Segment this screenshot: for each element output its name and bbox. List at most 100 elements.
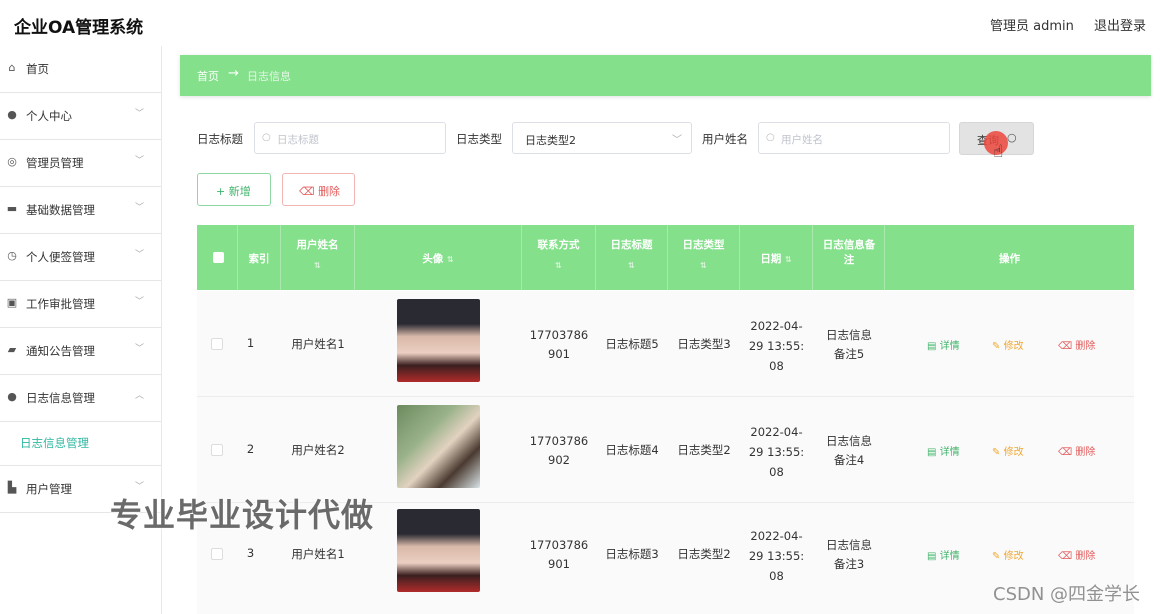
chevron-up-icon: ︿ xyxy=(135,391,145,401)
row-user-name: 用户姓名1 xyxy=(291,337,345,351)
trash-icon: ⌫ xyxy=(1058,551,1073,562)
sidebar-subitem-label: 日志信息管理 xyxy=(20,436,89,450)
table-header: 索引 用户姓名 ⇅ 头像 ⇅ 联系方式 ⇅ 日志标题 ⇅ 日志类型 ⇅ 日期 ⇅… xyxy=(197,225,1134,290)
row-index: 3 xyxy=(246,546,255,560)
admin-icon: ◎ xyxy=(7,155,17,168)
user-avatar xyxy=(397,299,480,382)
database-icon: ▬ xyxy=(6,202,18,215)
header-log-title[interactable]: 日志标题 ⇅ xyxy=(596,225,668,290)
sidebar-item-home[interactable]: ⌂ 首页 xyxy=(0,46,161,93)
row-contact: 17703786 901 xyxy=(529,328,589,361)
chevron-down-icon: ﹀ xyxy=(135,250,145,260)
batch-delete-label: ⌫ 删除 xyxy=(299,183,340,199)
header-date[interactable]: 日期 ⇅ xyxy=(740,225,813,290)
header-label: 操作 xyxy=(999,253,1020,265)
header-avatar[interactable]: 头像 ⇅ xyxy=(355,225,522,290)
header-index[interactable]: 索引 xyxy=(238,225,281,290)
sidebar-item-label: 用户管理 xyxy=(26,482,72,496)
detail-button[interactable]: ▤ 详情 xyxy=(927,443,960,458)
header-contact[interactable]: 联系方式 ⇅ xyxy=(522,225,596,290)
type-select-value: 日志类型2 xyxy=(525,134,576,147)
sidebar-item-label: 首页 xyxy=(26,62,49,76)
header-label: 联系方式 xyxy=(537,239,580,251)
chevron-down-icon: ﹀ xyxy=(672,135,682,146)
chevron-down-icon: ﹀ xyxy=(135,109,145,119)
delete-button[interactable]: ⌫ 删除 xyxy=(1058,547,1095,562)
row-log-note: 日志信息 备注5 xyxy=(826,328,872,361)
row-checkbox[interactable] xyxy=(211,338,223,350)
document-icon: ▤ xyxy=(927,341,937,352)
app-title: 企业OA管理系统 xyxy=(14,18,144,38)
sidebar-subitem-log-info[interactable]: 日志信息管理 xyxy=(0,421,161,466)
user-avatar xyxy=(397,509,480,592)
sidebar-item-label: 管理员管理 xyxy=(26,156,84,170)
header-select-all xyxy=(197,225,238,290)
sidebar-item-basic-data[interactable]: ▬ 基础数据管理 ﹀ xyxy=(0,187,161,234)
select-all-checkbox[interactable] xyxy=(213,252,224,263)
detail-button[interactable]: ▤ 详情 xyxy=(927,547,960,562)
header-label: 日志类型 xyxy=(682,239,725,251)
sort-icon: ⇅ xyxy=(700,261,707,270)
header-user-name[interactable]: 用户姓名 ⇅ xyxy=(281,225,355,290)
user-search-input[interactable]: ○ 用户姓名 xyxy=(758,122,950,154)
document-icon: ▤ xyxy=(927,551,937,562)
sidebar-item-approval[interactable]: ▣ 工作审批管理 ﹀ xyxy=(0,281,161,328)
delete-button[interactable]: ⌫ 删除 xyxy=(1058,337,1095,352)
header-log-note[interactable]: 日志信息备注 xyxy=(813,225,885,290)
row-checkbox[interactable] xyxy=(211,548,223,560)
edit-button[interactable]: ✎ 修改 xyxy=(992,547,1024,562)
sort-icon: ⇅ xyxy=(628,261,635,270)
search-icon: ○ xyxy=(262,132,271,143)
add-button-label: + 新增 xyxy=(216,185,251,198)
breadcrumb-current: 日志信息 xyxy=(247,70,291,83)
sidebar-item-admins[interactable]: ◎ 管理员管理 ﹀ xyxy=(0,140,161,187)
table-row: 2 用户姓名2 17703786 902 日志标题4 日志类型2 2022-04-… xyxy=(197,397,1134,503)
sidebar-item-profile[interactable]: ● 个人中心 ﹀ xyxy=(0,93,161,140)
header-label: 日期 ⇅ xyxy=(760,253,792,265)
add-button[interactable]: + 新增 xyxy=(197,173,271,206)
breadcrumb: 首页 → 日志信息 xyxy=(180,55,1151,96)
top-bar: 企业OA管理系统 管理员 admin 退出登录 xyxy=(0,0,1171,46)
pencil-icon: ✎ xyxy=(992,447,1001,458)
trash-icon: ⌫ xyxy=(299,185,315,198)
user-avatar xyxy=(397,405,480,488)
chevron-down-icon: ﹀ xyxy=(135,156,145,166)
title-search-input[interactable]: ○ 日志标题 xyxy=(254,122,446,154)
sidebar-item-label: 通知公告管理 xyxy=(26,344,95,358)
sort-icon: ⇅ xyxy=(784,255,792,264)
batch-delete-button[interactable]: ⌫ 删除 xyxy=(282,173,355,206)
search-icon: ○ xyxy=(1007,131,1017,144)
header-label: 索引 xyxy=(248,253,270,265)
breadcrumb-home[interactable]: 首页 xyxy=(197,68,219,84)
row-checkbox[interactable] xyxy=(211,444,223,456)
type-select[interactable]: 日志类型2 ﹀ xyxy=(512,122,692,154)
hand-cursor-icon: ☝ xyxy=(993,142,1004,162)
detail-button[interactable]: ▤ 详情 xyxy=(927,337,960,352)
edit-button[interactable]: ✎ 修改 xyxy=(992,337,1024,352)
sidebar-item-notes[interactable]: ◷ 个人便签管理 ﹀ xyxy=(0,234,161,281)
title-search-placeholder: 日志标题 xyxy=(277,134,319,146)
header-actions: 操作 xyxy=(885,225,1134,290)
delete-button[interactable]: ⌫ 删除 xyxy=(1058,443,1095,458)
clock-icon: ◷ xyxy=(7,249,17,262)
row-index: 2 xyxy=(246,442,255,456)
person-icon: ● xyxy=(7,108,17,121)
pencil-icon: ✎ xyxy=(992,341,1001,352)
edit-button[interactable]: ✎ 修改 xyxy=(992,443,1024,458)
row-log-type: 日志类型2 xyxy=(677,443,731,457)
header-label: 用户姓名 xyxy=(296,239,339,251)
sidebar-item-log[interactable]: ● 日志信息管理 ︿ xyxy=(0,375,161,422)
row-log-title: 日志标题3 xyxy=(605,547,659,561)
header-log-type[interactable]: 日志类型 ⇅ xyxy=(668,225,740,290)
row-user-name: 用户姓名2 xyxy=(291,443,345,457)
sidebar-item-notice[interactable]: ▰ 通知公告管理 ﹀ xyxy=(0,328,161,375)
type-filter-label: 日志类型 xyxy=(456,132,502,146)
logout-link[interactable]: 退出登录 xyxy=(1094,15,1146,34)
notice-icon: ▰ xyxy=(7,343,17,356)
table-row: 1 用户姓名1 17703786 901 日志标题5 日志类型3 2022-04-… xyxy=(197,291,1134,397)
search-icon: ○ xyxy=(766,132,775,143)
arrow-right-icon: → xyxy=(228,66,239,81)
row-date: 2022-04- 29 13:55: 08 xyxy=(748,425,805,479)
csdn-watermark: CSDN @四金学长 xyxy=(993,584,1141,605)
header-label: 头像 ⇅ xyxy=(422,253,454,265)
